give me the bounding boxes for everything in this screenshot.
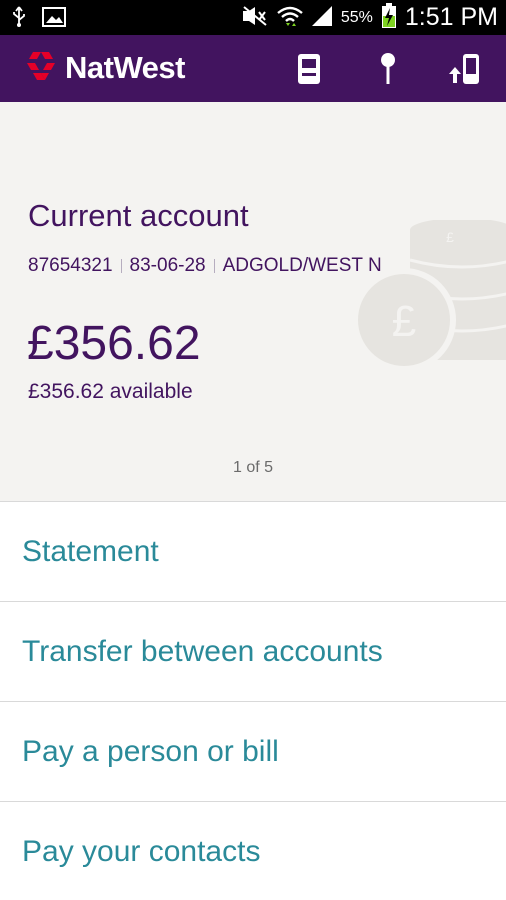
signal-icon	[311, 5, 333, 31]
action-menu: Statement Transfer between accounts Pay …	[0, 501, 506, 900]
battery-charging-icon	[381, 2, 397, 33]
account-details: 87654321 83-06-28 ADGOLD/WEST N	[28, 255, 382, 277]
account-number: 87654321	[28, 255, 113, 276]
natwest-cubes-icon	[25, 51, 57, 85]
wifi-icon	[277, 5, 303, 31]
mobile-topup-icon[interactable]	[448, 51, 482, 87]
account-name: ADGOLD/WEST N	[222, 255, 382, 276]
pay-contacts-item[interactable]: Pay your contacts	[0, 801, 506, 900]
app-header: NatWest	[0, 35, 506, 102]
coins-pound-icon: £ £	[352, 218, 506, 384]
account-card[interactable]: £ £ Current account 87654321 83-06-28 AD…	[0, 102, 506, 501]
divider	[120, 259, 122, 273]
available-balance: £356.62 available	[28, 380, 193, 403]
statement-item[interactable]: Statement	[0, 501, 506, 601]
natwest-logo: NatWest	[25, 50, 185, 86]
pay-person-item[interactable]: Pay a person or bill	[0, 701, 506, 801]
svg-text:£: £	[446, 229, 454, 245]
status-bar: 55% 1:51 PM	[0, 0, 506, 35]
location-pin-icon[interactable]	[371, 51, 405, 87]
usb-icon	[12, 6, 26, 32]
sort-code: 83-06-28	[129, 255, 206, 276]
battery-percent: 55%	[340, 8, 373, 26]
atm-icon[interactable]	[292, 51, 326, 87]
page-indicator: 1 of 5	[232, 459, 274, 476]
transfer-item[interactable]: Transfer between accounts	[0, 601, 506, 701]
account-balance: £356.62	[27, 317, 201, 370]
clock-time: 1:51 PM	[404, 3, 498, 31]
brand-name: NatWest	[65, 50, 185, 85]
mute-icon	[241, 5, 269, 31]
account-title: Current account	[28, 198, 249, 233]
image-icon	[42, 7, 66, 31]
svg-text:£: £	[392, 297, 416, 346]
divider	[213, 259, 215, 273]
